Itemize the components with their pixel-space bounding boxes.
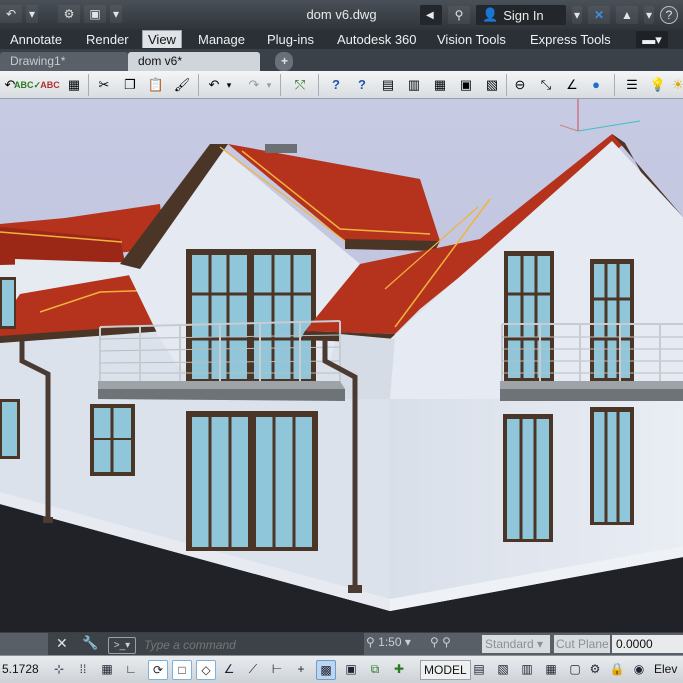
area-icon[interactable]: ⤡ [536, 75, 556, 95]
sign-in-label: Sign In [503, 7, 544, 23]
3d-osnap-icon[interactable]: ◇ [196, 660, 216, 680]
elevation-label: Elev [654, 662, 678, 676]
angle-icon[interactable]: ∠ [562, 75, 582, 95]
doc-tab-drawing1[interactable]: Drawing1* [0, 52, 128, 71]
elevation-field[interactable]: 0.0000 [612, 635, 683, 653]
help-icon[interactable]: ? [660, 6, 678, 24]
tool-palettes-icon[interactable]: ▦ [430, 75, 450, 95]
command-input[interactable] [142, 636, 362, 654]
spellcheck-icon[interactable]: ABC✓ [14, 75, 41, 95]
tab-plug-ins[interactable]: Plug-ins [262, 31, 319, 48]
match-properties-icon[interactable]: 🖌 [172, 75, 192, 95]
tab-vision-tools[interactable]: Vision Tools [432, 31, 511, 48]
infer-constraints-icon[interactable]: ⊹ [50, 660, 68, 678]
user-icon: 👤 [482, 7, 499, 22]
standard-toolbar: ↶ ABC✓ ABC ▦ ✂ ❐ 📋 🖌 ↶ ▾ ↷ ▾ ⤲ ? ? ▤ ▥ ▦… [0, 71, 683, 99]
3d-house-render [0, 99, 683, 632]
dropdown-icon[interactable]: ▾ [572, 6, 582, 24]
ortho-icon[interactable]: ∟ [122, 660, 140, 678]
binoculars-icon[interactable]: ⚲ [448, 6, 470, 24]
ribbon-options-icon[interactable]: ▬▾ [636, 31, 668, 48]
dropdown-icon[interactable]: ▾ [264, 75, 274, 95]
transparency-icon[interactable]: ▩ [316, 660, 336, 680]
new-tab-button[interactable]: + [275, 52, 293, 71]
annotation-scale[interactable]: ⚲ 1:50 ▾ [366, 635, 411, 649]
table-icon[interactable]: ▤ [378, 75, 398, 95]
quick-view-drawings-icon[interactable]: ▧ [494, 660, 512, 678]
layer-icon[interactable]: ☰ [622, 75, 642, 95]
annotation-monitor-icon[interactable]: ✚ [390, 660, 408, 678]
document-tab-bar: Drawing1* dom v6* + [0, 49, 683, 71]
workspace-switching-icon[interactable]: ⚙ [586, 660, 604, 678]
search-arrow-icon[interactable]: ◀ [420, 5, 442, 25]
sheet-set-icon[interactable]: ▣ [456, 75, 476, 95]
tab-manage[interactable]: Manage [193, 31, 250, 48]
object-snap-icon[interactable]: □ [172, 660, 192, 680]
dynamic-ucs-icon[interactable]: ⟋ [244, 660, 262, 678]
selection-cycling-icon[interactable]: ⧉ [366, 660, 384, 678]
exchange-x-icon[interactable]: ✕ [588, 6, 610, 24]
model-space-button[interactable]: MODEL [420, 660, 471, 680]
design-center-icon[interactable]: ▥ [404, 75, 424, 95]
sun-icon[interactable]: ☀ [668, 75, 683, 95]
cut-plane-field[interactable]: Cut Plane [554, 635, 610, 653]
infocenter: ◀ ⚲ 👤 Sign In ▾ ✕ ▲ ▾ ? [420, 5, 678, 25]
markup-icon[interactable]: ▧ [482, 75, 502, 95]
command-line: ✕ 🔧 >_▾ ⚲ 1:50 ▾ ⚲ ⚲ Standard ▾ Cut Plan… [0, 632, 683, 656]
calculator-icon[interactable]: ▦ [64, 75, 84, 95]
pan-realtime-icon[interactable]: ⤲ [290, 75, 310, 95]
close-icon[interactable]: ✕ [56, 635, 68, 652]
annotation-icon: ⚲ [366, 635, 375, 649]
lock-icon[interactable]: 🔒 [608, 660, 626, 678]
status-bar: 5.1728 ⊹ ⁞⁞ ▦ ∟ ⟳ □ ◇ ∠ ⟋ ⊢ + ▩ ▣ ⧉ ✚ MO… [0, 655, 683, 683]
quick-properties-icon[interactable]: ▣ [342, 660, 360, 678]
object-snap-tracking-icon[interactable]: ∠ [220, 660, 238, 678]
chimney-cap [265, 144, 297, 153]
annotation-scale-icon[interactable]: ▢ [566, 660, 584, 678]
help-icon[interactable]: ? [326, 75, 346, 95]
viewport-tools-icon[interactable]: ▥ [518, 660, 536, 678]
coordinate-readout: 5.1728 [2, 662, 39, 676]
help-icon[interactable]: ? [352, 75, 372, 95]
customize-wrench-icon[interactable]: 🔧 [82, 635, 98, 651]
lineweight-icon[interactable]: + [292, 660, 310, 678]
light-bulb-icon[interactable]: 💡 [648, 75, 668, 95]
polar-tracking-icon[interactable]: ⟳ [148, 660, 168, 680]
doc-tab-dom-v6[interactable]: dom v6* [128, 52, 260, 71]
find-replace-icon[interactable]: ABC [40, 75, 60, 95]
autodesk-icon[interactable]: ▲ [616, 6, 638, 24]
tab-view[interactable]: View [142, 30, 182, 48]
cut-icon[interactable]: ✂ [94, 75, 114, 95]
tab-annotate[interactable]: Annotate [5, 31, 67, 48]
text-style-select[interactable]: Standard ▾ [482, 635, 550, 653]
ribbon-tab-bar: Annotate Render View Manage Plug-ins Aut… [0, 30, 683, 49]
dropdown-icon[interactable]: ▾ [224, 75, 234, 95]
doc-tab-label: Drawing1* [10, 54, 66, 68]
paste-icon[interactable]: 📋 [146, 75, 166, 95]
tab-express-tools[interactable]: Express Tools [525, 31, 616, 48]
snap-icon[interactable]: ⁞⁞ [74, 660, 92, 678]
tab-render[interactable]: Render [81, 31, 134, 48]
maximize-viewport-icon[interactable]: ▦ [542, 660, 560, 678]
drawing-viewport[interactable] [0, 99, 683, 632]
render-sphere-icon[interactable]: ● [586, 75, 606, 95]
redo-icon[interactable]: ↷ [244, 75, 264, 95]
doc-tab-label: dom v6* [138, 54, 183, 68]
grid-icon[interactable]: ▦ [98, 660, 116, 678]
quick-view-layouts-icon[interactable]: ▤ [470, 660, 488, 678]
dynamic-input-icon[interactable]: ⊢ [268, 660, 286, 678]
annotation-visibility-icon[interactable]: ⚲ ⚲ [430, 635, 451, 649]
hardware-acceleration-icon[interactable]: ◉ [630, 660, 648, 678]
command-prompt-icon[interactable]: >_▾ [108, 637, 136, 654]
copy-icon[interactable]: ❐ [120, 75, 140, 95]
tab-autodesk-360[interactable]: Autodesk 360 [332, 31, 422, 48]
undo-icon[interactable]: ↶ [204, 75, 224, 95]
dropdown-icon[interactable]: ▾ [644, 6, 654, 24]
title-bar: ↶ ▾ ⚙ ▣ ▾ dom v6.dwg ◀ ⚲ 👤 Sign In ▾ ✕ ▲… [0, 0, 683, 30]
sign-in-button[interactable]: 👤 Sign In [476, 5, 566, 25]
distance-icon[interactable]: ⊖ [510, 75, 530, 95]
